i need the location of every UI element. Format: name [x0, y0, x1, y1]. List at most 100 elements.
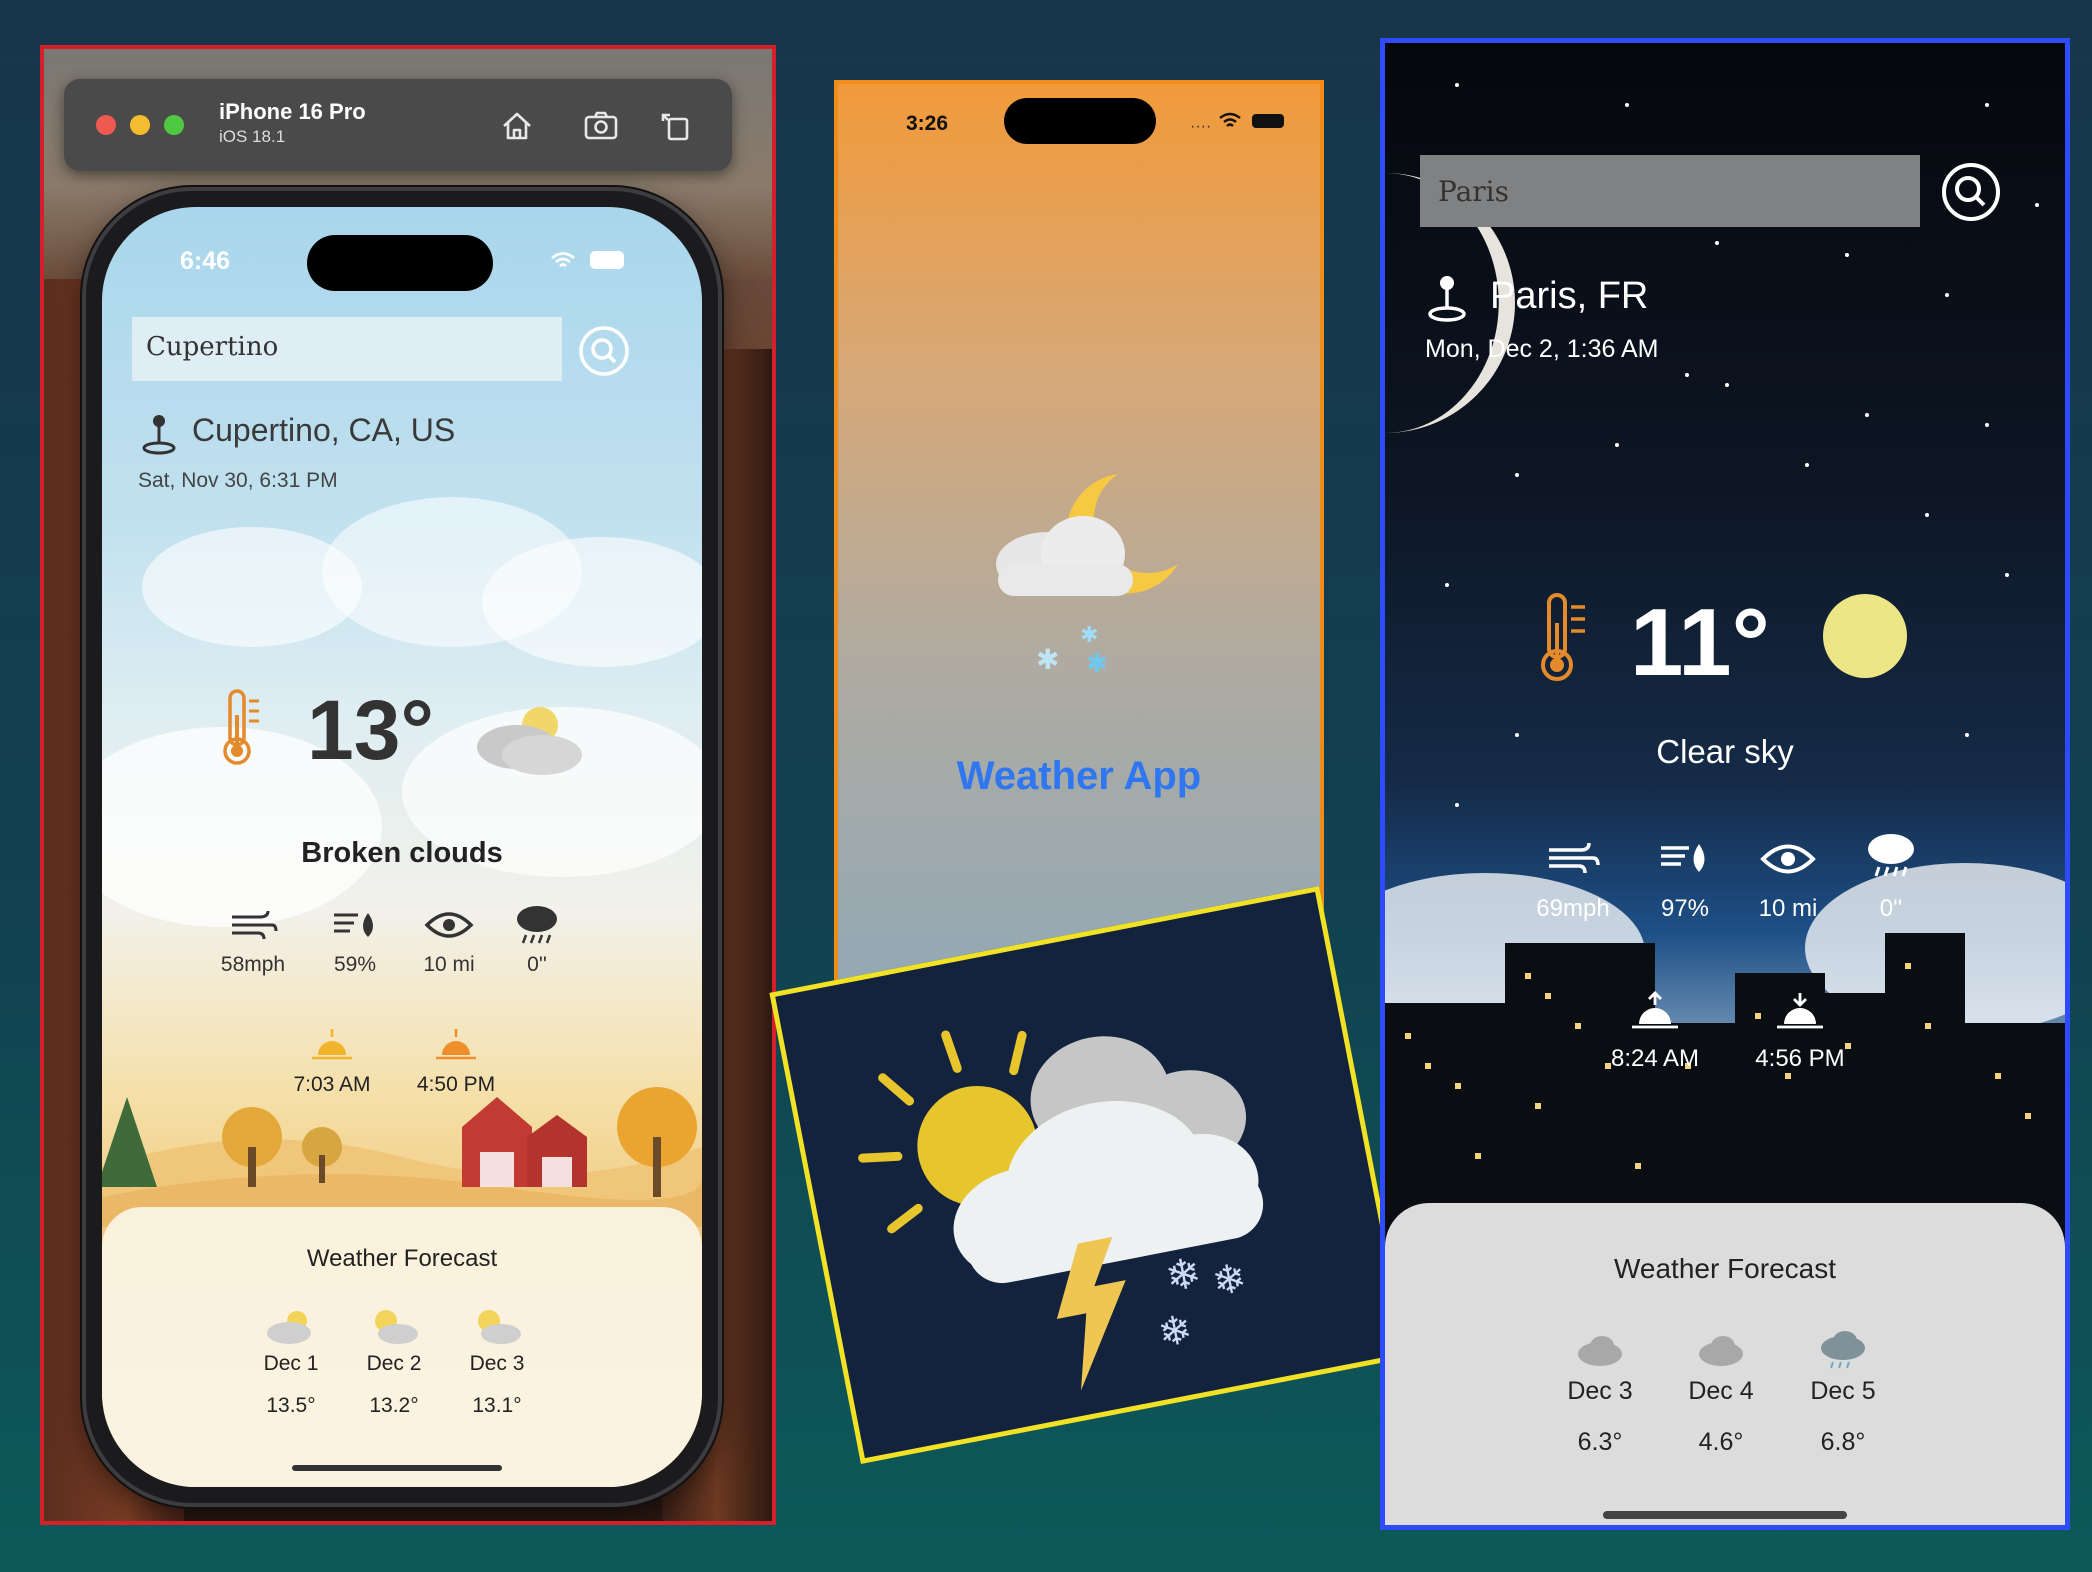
sunset-icon	[1777, 993, 1823, 1029]
search-icon[interactable]	[578, 325, 630, 377]
wind-speed-value: 69mph	[1536, 895, 1610, 922]
rain-cloud-icon	[517, 906, 557, 944]
forecast-date: Dec 3	[469, 1352, 525, 1375]
partly-cloudy-icon	[267, 1311, 311, 1344]
svg-text:✱: ✱	[1086, 649, 1108, 679]
svg-text:✱: ✱	[1036, 643, 1059, 676]
sunrise-icon	[312, 1029, 352, 1060]
paris-screen: Paris Paris, FR Mon, Dec 2, 1:36 AM 11° …	[1380, 38, 2070, 1530]
search-input-value: Paris	[1438, 175, 1509, 208]
wind-icon	[1549, 842, 1600, 874]
zoom-window-button[interactable]	[164, 115, 184, 135]
rotate-icon[interactable]	[656, 105, 698, 147]
battery-icon	[1252, 114, 1284, 128]
moon-icon	[1823, 594, 1907, 678]
cloud-moon-snow-icon: ✱ ✱ ✱	[996, 474, 1178, 679]
search-input-value: Cupertino	[146, 332, 279, 362]
forecast-date: Dec 2	[366, 1352, 422, 1375]
sunset-icon	[436, 1029, 476, 1060]
humidity-value: 59%	[333, 953, 377, 976]
sunrise-time: 7:03 AM	[293, 1073, 371, 1096]
broken-clouds-icon	[477, 707, 582, 775]
precipitation-value: 0''	[527, 953, 547, 976]
current-temperature: 13°	[307, 683, 435, 777]
forecast-day: Dec 1 13.5°	[241, 1307, 341, 1418]
wifi-icon	[551, 252, 575, 267]
forecast-date: Dec 1	[263, 1352, 319, 1375]
simulator-window: iPhone 16 Pro iOS 18.1 6:46 Cupertino Cu…	[40, 45, 776, 1525]
partly-cloudy-icon	[375, 1310, 418, 1344]
location-pin-icon	[1428, 276, 1466, 322]
app-title: Weather App	[956, 754, 1202, 798]
location-datetime: Sat, Nov 30, 6:31 PM	[138, 469, 338, 492]
weather-condition: Clear sky	[1656, 733, 1794, 770]
rain-cloud-icon	[1821, 1331, 1865, 1369]
visibility-value: 10 mi	[1758, 895, 1818, 922]
minimize-window-button[interactable]	[130, 115, 150, 135]
close-window-button[interactable]	[96, 115, 116, 135]
forecast-temp: 13.1°	[472, 1394, 522, 1417]
forecast-day: Dec 3 13.1°	[447, 1307, 547, 1418]
dynamic-island	[1004, 98, 1156, 144]
thunderstorm-snow-icon: ❄ ❄ ❄	[858, 1030, 1264, 1391]
humidity-icon	[334, 913, 373, 937]
signal-dots-icon: ····	[1190, 118, 1212, 135]
humidity-icon	[1661, 844, 1705, 872]
splash-screen: 3:26 ···· ✱ ✱ ✱ Weather App	[834, 80, 1324, 1040]
precipitation-value: 0''	[1879, 895, 1903, 922]
wifi-icon	[1219, 112, 1241, 127]
forecast-day: Dec 3 6.3°	[1540, 1328, 1660, 1457]
home-indicator[interactable]	[1603, 1511, 1847, 1519]
battery-icon	[590, 251, 624, 269]
location-pin-icon	[142, 415, 176, 455]
eye-icon	[1760, 844, 1816, 874]
simulator-toolbar: iPhone 16 Pro iOS 18.1	[64, 79, 732, 171]
sunset-time: 4:56 PM	[1755, 1045, 1845, 1072]
weather-condition: Broken clouds	[301, 837, 503, 869]
forecast-title: Weather Forecast	[306, 1245, 498, 1272]
location-title: Paris, FR	[1490, 275, 1649, 317]
search-input[interactable]: Paris	[1420, 155, 1920, 227]
search-icon[interactable]	[1940, 161, 2002, 223]
humidity-value: 97%	[1660, 895, 1710, 922]
sunset-time: 4:50 PM	[416, 1073, 496, 1096]
simulator-os-version: iOS 18.1	[219, 127, 286, 146]
forecast-temp: 6.3°	[1577, 1428, 1623, 1456]
home-indicator[interactable]	[292, 1465, 502, 1471]
location-title: Cupertino, CA, US	[192, 412, 456, 448]
current-temperature: 11°	[1630, 589, 1770, 696]
forecast-temp: 6.8°	[1820, 1428, 1866, 1456]
svg-text:❄: ❄	[1209, 1255, 1251, 1307]
iphone-frame: 6:46 Cupertino Cupertino, CA, US Sat, No…	[82, 187, 722, 1507]
forecast-temp: 13.5°	[266, 1394, 316, 1417]
forecast-day: Dec 5 6.8°	[1783, 1328, 1903, 1457]
svg-text:❄: ❄	[1161, 1247, 1205, 1302]
cloud-icon	[1578, 1336, 1622, 1366]
location-datetime: Mon, Dec 2, 1:36 AM	[1425, 335, 1659, 363]
search-input[interactable]: Cupertino	[132, 317, 562, 381]
home-icon[interactable]	[496, 105, 538, 147]
dynamic-island	[307, 235, 493, 291]
eye-icon	[424, 912, 474, 938]
bg-cloud	[482, 537, 702, 667]
forecast-date: Dec 5	[1810, 1377, 1876, 1405]
screenshot-icon[interactable]	[580, 105, 622, 147]
phone-screen: 6:46 Cupertino Cupertino, CA, US Sat, No…	[102, 207, 702, 1487]
thermometer-icon	[223, 689, 259, 765]
sunrise-time: 8:24 AM	[1610, 1045, 1700, 1072]
partly-cloudy-icon	[478, 1310, 521, 1344]
forecast-date: Dec 3	[1567, 1377, 1633, 1405]
wind-speed-value: 58mph	[220, 953, 286, 976]
forecast-day: Dec 4 4.6°	[1661, 1328, 1781, 1457]
rain-cloud-icon	[1868, 834, 1914, 877]
sunrise-icon	[1632, 991, 1678, 1029]
svg-text:❄: ❄	[1154, 1306, 1196, 1358]
forecast-title: Weather Forecast	[1613, 1253, 1837, 1284]
forecast-date: Dec 4	[1688, 1377, 1754, 1405]
svg-text:✱: ✱	[1080, 623, 1098, 648]
thermometer-icon	[1541, 593, 1585, 681]
forecast-card: Weather Forecast Dec 1 13.5° Dec 2 13.2°	[102, 1207, 702, 1487]
forecast-temp: 13.2°	[369, 1394, 419, 1417]
cloud-icon	[1699, 1336, 1743, 1366]
wind-icon	[232, 910, 278, 940]
